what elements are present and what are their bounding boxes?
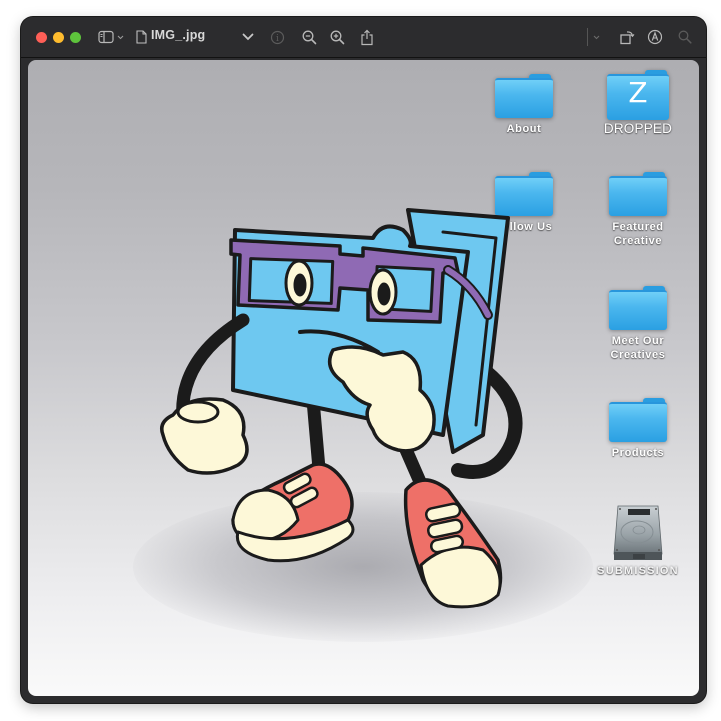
- chevron-down-icon: [117, 35, 124, 40]
- sidebar-toggle-icon: [98, 30, 114, 44]
- zoom-out-icon: [302, 30, 317, 45]
- markup-chevron-icon: [593, 35, 600, 40]
- search-icon: [678, 30, 692, 44]
- markup-menu-button[interactable]: [593, 27, 600, 47]
- sidebar-toggle-button[interactable]: [98, 27, 124, 47]
- close-button[interactable]: [36, 32, 47, 43]
- rotate-icon: [619, 29, 635, 45]
- image-canvas: About Z DROPPED llow Us Featured Creativ…: [28, 60, 699, 696]
- toolbar-divider: [587, 28, 588, 46]
- document-title[interactable]: IMG_.jpg: [151, 28, 205, 42]
- rotate-button[interactable]: [619, 27, 635, 47]
- title-menu-button[interactable]: [242, 27, 254, 47]
- mascot-right-sneaker: [403, 478, 503, 609]
- markup-button[interactable]: [647, 27, 663, 47]
- share-button[interactable]: [360, 27, 374, 47]
- folder-mascot-illustration: [160, 208, 523, 609]
- svg-text:i: i: [276, 34, 279, 44]
- mascot-left-glove: [160, 397, 249, 475]
- share-icon: [360, 29, 374, 46]
- zoom-out-button[interactable]: [302, 27, 317, 47]
- search-button[interactable]: [678, 27, 692, 47]
- document-icon: [136, 27, 147, 47]
- toolbar: IMG_.jpg i: [21, 17, 706, 58]
- info-icon: i: [270, 30, 285, 45]
- zoom-in-icon: [330, 30, 345, 45]
- info-button[interactable]: i: [270, 27, 285, 47]
- zoom-in-button[interactable]: [330, 27, 345, 47]
- preview-window: IMG_.jpg i About Z DROPPED llow Us Featu…: [21, 17, 706, 703]
- minimize-button[interactable]: [53, 32, 64, 43]
- title-chevron-icon: [242, 33, 254, 41]
- zoom-button[interactable]: [70, 32, 81, 43]
- mascot-left-sneaker: [231, 462, 355, 563]
- markup-pen-icon: [647, 29, 663, 45]
